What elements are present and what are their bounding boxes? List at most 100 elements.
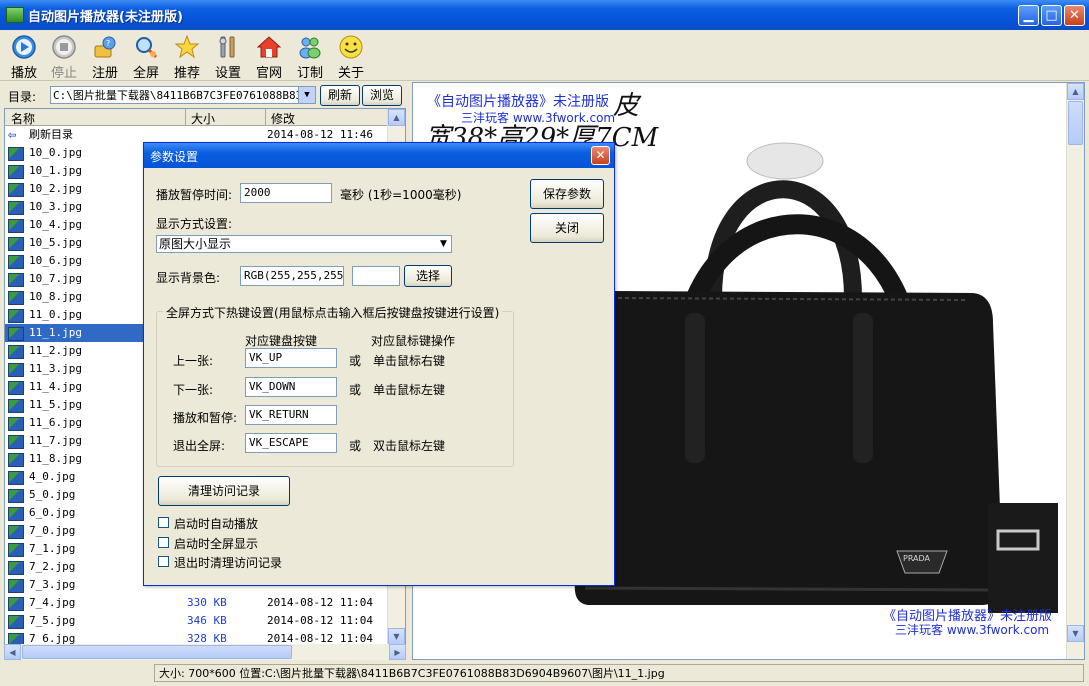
col-mouse-label: 对应鼠标键操作 <box>371 334 456 348</box>
display-mode-chevron-down-icon[interactable]: ▼ <box>436 236 451 252</box>
dialog-title-bar: 参数设置 ✕ <box>144 143 614 168</box>
hotkey-exit-mouse: 双击鼠标左键 <box>373 439 446 453</box>
save-params-button[interactable]: 保存参数 <box>530 179 604 209</box>
hotkey-next-mouse: 单击鼠标左键 <box>373 383 446 397</box>
choose-color-button[interactable]: 选择 <box>404 265 452 287</box>
image-file-icon <box>8 327 24 341</box>
file-name: 10_1.jpg <box>29 164 82 177</box>
col-key-label: 对应键盘按键 <box>245 334 318 348</box>
dialog-title: 参数设置 <box>150 150 199 164</box>
toolbar-play-button[interactable]: 播放 <box>4 32 44 81</box>
toolbar-fullscreen-label: 全屏 <box>132 66 159 81</box>
toolbar-about-label: 关于 <box>337 66 364 81</box>
stop-icon <box>52 35 76 59</box>
fullscreen-icon <box>136 37 158 59</box>
settings-dialog: 参数设置 ✕ 播放暂停时间: 2000 毫秒 (1秒=1000毫秒) 保存参数 … <box>143 142 615 586</box>
image-file-icon <box>8 147 24 161</box>
fullscreen-checkbox[interactable] <box>158 537 169 548</box>
hotkey-exit-or: 或 <box>349 439 362 453</box>
toolbar-fullscreen-button[interactable]: 全屏 <box>126 32 166 81</box>
hotkey-exit-input[interactable]: VK_ESCAPE <box>245 433 337 453</box>
file-name: 6_0.jpg <box>29 506 76 519</box>
display-mode-select[interactable]: 原图大小显示 ▼ <box>156 235 452 253</box>
toolbar-about-button[interactable]: 关于 <box>331 32 371 81</box>
header-name[interactable]: 名称 <box>11 110 35 127</box>
scroll-left-icon[interactable]: ◀ <box>4 644 21 660</box>
file-name: 11_6.jpg <box>29 416 82 429</box>
toolbar-play-label: 播放 <box>10 66 37 81</box>
file-date: 2014-08-12 11:04 <box>267 596 373 609</box>
image-file-icon <box>8 561 24 575</box>
toolbar-settings-button[interactable]: 设置 <box>208 32 248 81</box>
image-file-icon <box>8 453 24 467</box>
hotkey-next-input[interactable]: VK_DOWN <box>245 377 337 397</box>
pause-time-label: 播放暂停时间: <box>156 188 233 202</box>
file-name: 7_4.jpg <box>29 596 76 609</box>
image-vertical-scrollbar[interactable]: ▲ ▼ <box>1066 83 1084 659</box>
watermark-top-sub: 三沣玩客 www.3fwork.com <box>461 111 616 125</box>
toolbar-recommend-label: 推荐 <box>173 66 200 81</box>
hotkey-next-or: 或 <box>349 383 362 397</box>
image-scroll-thumb[interactable] <box>1068 101 1083 145</box>
minimize-button[interactable]: ▁ <box>1018 5 1039 26</box>
file-name: 10_6.jpg <box>29 254 82 267</box>
display-mode-label: 显示方式设置: <box>156 217 233 231</box>
image-file-icon <box>8 471 24 485</box>
file-name: 10_2.jpg <box>29 182 82 195</box>
file-size: 346 KB <box>187 614 227 627</box>
app-icon <box>6 7 24 23</box>
star-icon <box>174 34 200 59</box>
dialog-close-text-button[interactable]: 关闭 <box>530 213 604 243</box>
image-file-icon <box>8 183 24 197</box>
image-scroll-down-icon[interactable]: ▼ <box>1067 625 1084 642</box>
toolbar-stop-button[interactable]: 停止 <box>44 32 84 81</box>
list-item[interactable]: 11_1.jpg <box>5 324 145 342</box>
autoplay-checkbox[interactable] <box>158 517 169 528</box>
svg-text:?: ? <box>106 39 110 48</box>
hotkey-group: 全屏方式下热键设置(用鼠标点击输入框后按键盘按键进行设置) 对应键盘按键 对应鼠… <box>156 304 514 467</box>
toolbar-custom-button[interactable]: 订制 <box>290 32 330 81</box>
toolbar-recommend-button[interactable]: 推荐 <box>167 32 207 81</box>
hotkey-next-label: 下一张: <box>173 383 214 397</box>
pause-time-input[interactable]: 2000 <box>240 183 332 203</box>
image-file-icon <box>8 435 24 449</box>
image-file-icon <box>8 363 24 377</box>
maximize-button[interactable]: □ <box>1041 5 1062 26</box>
clear-history-button[interactable]: 清理访问记录 <box>158 476 290 506</box>
close-button[interactable]: ✕ <box>1064 5 1085 26</box>
back-arrow-icon: ⇦ <box>8 127 17 143</box>
header-modified[interactable]: 修改 <box>271 110 295 127</box>
file-name: 10_0.jpg <box>29 146 82 159</box>
scroll-right-icon[interactable]: ▶ <box>389 644 406 660</box>
toolbar-register-label: 注册 <box>91 66 118 81</box>
toolbar-register-button[interactable]: ? 注册 <box>85 32 125 81</box>
title-bar: 自动图片播放器(未注册版) ▁ □ ✕ <box>0 0 1089 30</box>
toolbar-website-button[interactable]: 官网 <box>249 32 289 81</box>
image-file-icon <box>8 237 24 251</box>
hotkey-play-input[interactable]: VK_RETURN <box>245 405 337 425</box>
image-file-icon <box>8 597 24 611</box>
bg-color-label: 显示背景色: <box>156 271 221 285</box>
file-name: 11_4.jpg <box>29 380 82 393</box>
image-file-icon <box>8 201 24 215</box>
clear-on-exit-checkbox[interactable] <box>158 556 169 567</box>
browse-button[interactable]: 浏览 <box>362 85 402 106</box>
scroll-up-icon[interactable]: ▲ <box>388 109 405 126</box>
bg-color-input[interactable]: RGB(255,255,255) <box>240 266 344 286</box>
list-item[interactable]: 7_4.jpg 330 KB 2014-08-12 11:04 <box>5 594 389 612</box>
horizontal-scrollbar[interactable]: ◀ ▶ <box>4 644 406 660</box>
hotkey-prev-input[interactable]: VK_UP <box>245 348 337 368</box>
directory-select[interactable]: C:\图片批量下载器\8411B6B7C3FE0761088B83I ▼ <box>50 86 316 104</box>
refresh-button[interactable]: 刷新 <box>320 85 360 106</box>
directory-label: 目录: <box>8 90 37 104</box>
image-file-icon <box>8 417 24 431</box>
list-item[interactable]: 7_5.jpg 346 KB 2014-08-12 11:04 <box>5 612 389 630</box>
chevron-down-icon[interactable]: ▼ <box>298 87 315 103</box>
header-size[interactable]: 大小 <box>191 110 215 127</box>
dialog-close-button[interactable]: ✕ <box>591 146 610 165</box>
horizontal-scroll-thumb[interactable] <box>22 645 292 659</box>
scroll-down-icon[interactable]: ▼ <box>388 628 405 645</box>
image-file-icon <box>8 615 24 629</box>
image-file-icon <box>8 399 24 413</box>
image-scroll-up-icon[interactable]: ▲ <box>1067 83 1084 100</box>
